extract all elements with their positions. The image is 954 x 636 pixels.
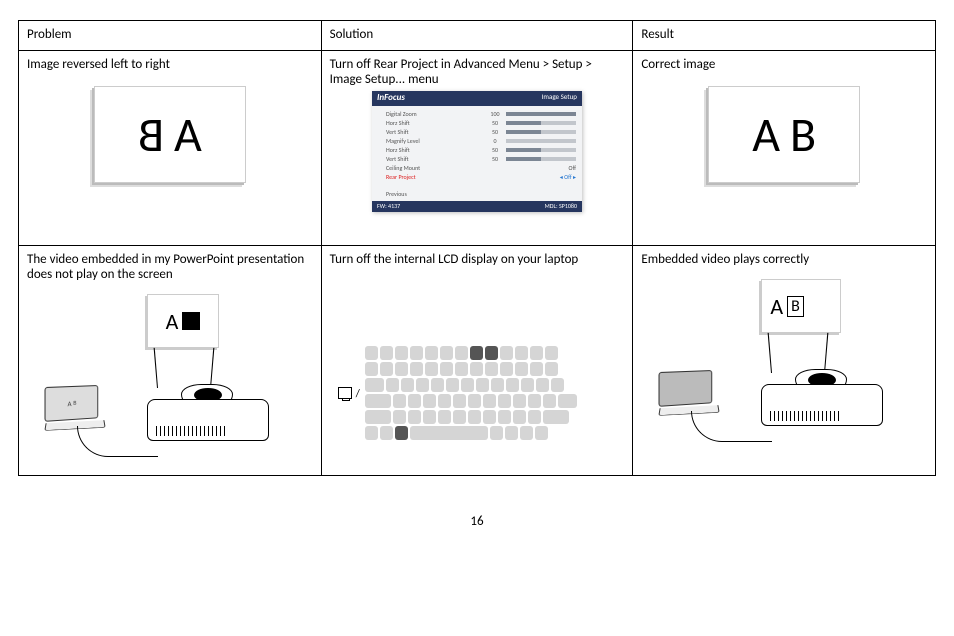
col-header-problem: Problem [19,21,322,51]
row1-problem-cell: Image reversed left to right B A [19,51,322,246]
laptop-projector-diagram-problem: A A B [27,286,313,466]
menu-previous: Previous [386,190,576,199]
troubleshoot-table: Problem Solution Result Image reversed l… [18,20,936,476]
menu-title: Image Setup [542,93,577,104]
menu-item: Ceiling MountOff [386,164,576,173]
projected-screen-problem: A [147,294,219,348]
embedded-video-blank-icon [182,312,200,330]
row1-solution-text: Turn off Rear Project in Advanced Menu >… [330,57,625,87]
reversed-image-illustration: B A [94,86,246,183]
row2-problem-text: The video embedded in my PowerPoint pres… [27,252,313,282]
projector-icon [761,371,881,426]
menu-item: Horz Shift50 [386,146,576,155]
page-number: 16 [18,514,936,529]
row2-problem-cell: The video embedded in my PowerPoint pres… [19,246,322,476]
menu-item: Horz Shift50 [386,119,576,128]
menu-brand: InFocus [377,93,405,104]
row2-result-text: Embedded video plays correctly [641,252,927,267]
menu-item: Vert Shift50 [386,128,576,137]
image-setup-menu-screenshot: InFocus Image Setup Digital Zoom100Horz … [372,91,582,212]
letter-b: B [790,105,816,164]
letter-a: A [752,105,780,164]
menu-item: Digital Zoom100 [386,110,576,119]
projector-icon [147,386,267,441]
keyboard-icon [364,345,578,441]
row2-solution-text: Turn off the internal LCD display on you… [330,252,625,267]
row2-solution-cell: Turn off the internal LCD display on you… [321,246,633,476]
row2-result-cell: Embedded video plays correctly A B [633,246,936,476]
menu-item: Magnify Level0 [386,137,576,146]
projected-screen-result: A B [761,279,841,333]
letter-a: A [174,105,202,164]
laptop-projector-diagram-result: A B [641,271,927,451]
mirrored-letter-b: B [138,105,164,164]
keyboard-shortcut-illustration: / [338,345,625,441]
row1-result-text: Correct image [641,57,927,72]
col-header-solution: Solution [321,21,633,51]
slash-icon: / [356,387,360,400]
correct-image-illustration: A B [708,86,860,183]
col-header-result: Result [633,21,936,51]
menu-item: Vert Shift50 [386,155,576,164]
menu-item: Rear Project◂ Off ▸ [386,173,576,182]
row1-result-cell: Correct image A B [633,51,936,246]
menu-footer-right: MDL: SP1080 [545,203,577,210]
laptop-display-icon [338,387,352,399]
row1-solution-cell: Turn off Rear Project in Advanced Menu >… [321,51,633,246]
row1-problem-text: Image reversed left to right [27,57,313,72]
menu-footer-left: FW: 4137 [377,203,400,210]
